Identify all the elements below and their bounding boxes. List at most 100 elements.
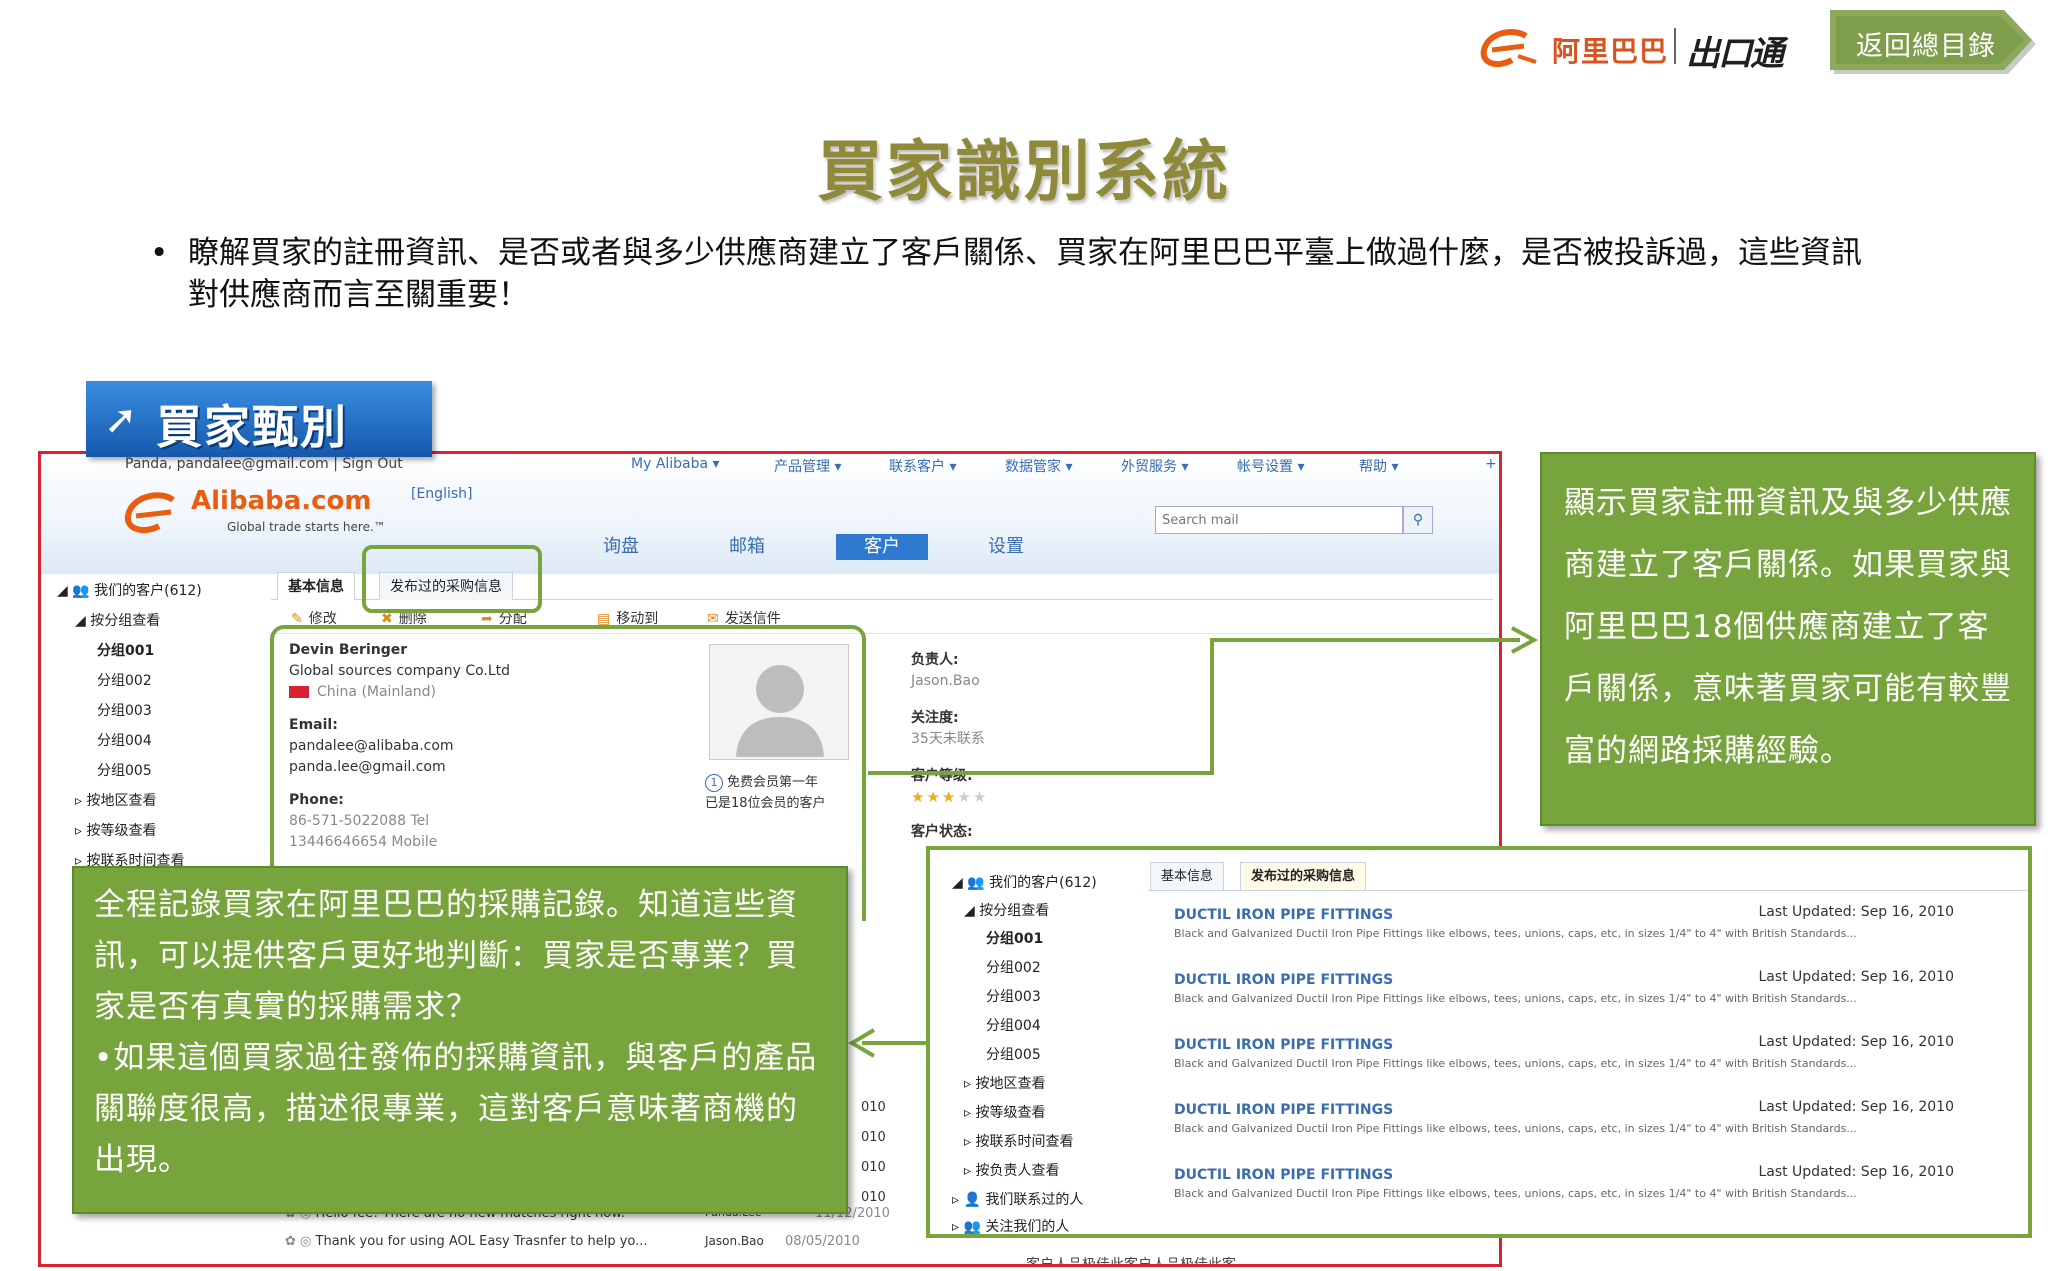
mail-row[interactable]: ✿ ◎ Thank you for using AOL Easy Trasnfe… — [285, 1234, 925, 1249]
nav-products[interactable]: 产品管理 ▾ — [774, 456, 841, 476]
connector-line — [1210, 638, 1214, 775]
section-tag: ➚ 買家甄別 — [86, 381, 432, 457]
inset-group-003[interactable]: 分组003 — [986, 986, 1041, 1006]
inset-sidebar-root[interactable]: ◢ 👥 我们的客户(612) — [952, 872, 1097, 892]
search-button[interactable]: ⚲ — [1403, 506, 1433, 534]
language-switch[interactable]: [English] — [411, 486, 472, 502]
sidebar-group-002[interactable]: 分组002 — [97, 670, 152, 690]
sidebar-by-level[interactable]: ▹ 按等级查看 — [75, 820, 156, 840]
inset-contacted-label: 我们联系过的人 — [985, 1192, 1084, 1208]
callout-left-paragraph-1: 全程記錄買家在阿里巴巴的採購記錄。知道這些資訊，可以提供客戶更好地判斷：買家是否… — [94, 887, 798, 1025]
purchase-title[interactable]: DUCTIL IRON PIPE FITTINGS — [1174, 907, 1393, 923]
inset-group-by[interactable]: ◢ 按分组查看 — [964, 900, 1049, 920]
purchase-title[interactable]: DUCTIL IRON PIPE FITTINGS — [1174, 1167, 1393, 1183]
star-empty-icon: ★ — [957, 788, 973, 806]
star-icon: ★ — [911, 788, 927, 806]
callout-left-paragraph-2: •如果這個買家過往發佈的採購資訊，與客戶的產品關聯度很高，描述很專業，這對客戶意… — [94, 1040, 818, 1178]
sidebar-group-by[interactable]: ◢ 按分组查看 — [75, 610, 160, 630]
inset-tab-purchase-history[interactable]: 发布过的采购信息 — [1240, 862, 1367, 890]
mail-search[interactable] — [1155, 506, 1403, 534]
inset-group-001[interactable]: 分组001 — [986, 928, 1043, 948]
attention-value: 35天未联系 — [911, 731, 985, 747]
sidebar-by-region[interactable]: ▹ 按地区查看 — [75, 790, 156, 810]
connector-line — [868, 771, 1214, 775]
sidebar-group-004[interactable]: 分组004 — [97, 730, 152, 750]
purchase-item[interactable]: DUCTIL IRON PIPE FITTINGS Last Updated: … — [1174, 969, 1954, 1034]
tab-customers[interactable]: 客户 — [836, 534, 928, 560]
mail-date-partial: 010 — [861, 1160, 886, 1175]
sidebar-group-003[interactable]: 分组003 — [97, 700, 152, 720]
highlight-purchase-tab — [362, 545, 542, 613]
search-mail-input[interactable] — [1156, 507, 1356, 533]
back-to-contents-button[interactable]: 返回總目錄 — [1830, 10, 2040, 74]
inset-by-level[interactable]: ▹ 按等级查看 — [964, 1102, 1045, 1122]
arrow-right-icon — [1511, 626, 1539, 654]
purchase-item[interactable]: DUCTIL IRON PIPE FITTINGS Last Updated: … — [1174, 1099, 1954, 1164]
inset-by-contact-time[interactable]: ▹ 按联系时间查看 — [964, 1131, 1073, 1151]
nav-account[interactable]: 帐号设置 ▾ — [1237, 456, 1304, 476]
alibaba-logo: Alibaba.com Global trade starts here.™ — [123, 486, 443, 546]
inset-by-region[interactable]: ▹ 按地区查看 — [964, 1073, 1045, 1093]
purchase-item[interactable]: DUCTIL IRON PIPE FITTINGS Last Updated: … — [1174, 904, 1954, 969]
follower-icon: 👥 — [963, 1219, 981, 1235]
brand-divider — [1674, 28, 1676, 64]
callout-buyer-registration: 顯示買家註冊資訊及與多少供應商建立了客戶關係。如果買家與阿里巴巴18個供應商建立… — [1540, 452, 2036, 826]
inset-group-004[interactable]: 分组004 — [986, 1015, 1041, 1035]
nav-help[interactable]: 帮助 ▾ — [1359, 456, 1398, 476]
inset-contacted[interactable]: ▹ 👤 我们联系过的人 — [952, 1189, 1083, 1209]
purchase-updated: Last Updated: Sep 16, 2010 — [1758, 904, 1954, 920]
inset-by-owner[interactable]: ▹ 按负责人查看 — [964, 1160, 1059, 1180]
sidebar-group-005[interactable]: 分组005 — [97, 760, 152, 780]
by-region-label: 按地区查看 — [86, 793, 157, 809]
purchase-updated: Last Updated: Sep 16, 2010 — [1758, 969, 1954, 985]
tab-settings[interactable]: 设置 — [966, 534, 1046, 560]
tab-mailbox[interactable]: 邮箱 — [707, 534, 787, 560]
alibaba-wordmark: Alibaba.com — [191, 486, 372, 516]
mail-status-icon: ✿ ◎ — [285, 1234, 316, 1249]
star-icon: ★ — [941, 788, 958, 806]
purchase-title[interactable]: DUCTIL IRON PIPE FITTINGS — [1174, 1037, 1393, 1053]
nav-data[interactable]: 数据管家 ▾ — [1005, 456, 1072, 476]
magnifier-icon: ⚲ — [1412, 512, 1424, 528]
purchase-title[interactable]: DUCTIL IRON PIPE FITTINGS — [1174, 972, 1393, 988]
purchase-list: DUCTIL IRON PIPE FITTINGS Last Updated: … — [1174, 904, 1954, 1229]
tab-basic-info[interactable]: 基本信息 — [277, 572, 355, 600]
arrow-up-right-icon: ➚ — [104, 397, 138, 443]
nav-my-alibaba[interactable]: My Alibaba ▾ — [631, 456, 720, 472]
star-empty-icon: ★ — [972, 788, 989, 806]
mail-date-partial: 010 — [861, 1130, 886, 1145]
purchase-title[interactable]: DUCTIL IRON PIPE FITTINGS — [1174, 1102, 1393, 1118]
connector-line — [1210, 638, 1520, 642]
purchase-desc: Black and Galvanized Ductil Iron Pipe Fi… — [1174, 992, 1857, 1005]
callout-purchase-records: 全程記錄買家在阿里巴巴的採購記錄。知道這些資訊，可以提供客戶更好地判斷：買家是否… — [72, 866, 848, 1214]
inset-by-owner-label: 按负责人查看 — [975, 1163, 1060, 1179]
alibaba-export-logo: 阿里巴巴 出口通 — [1478, 22, 1818, 74]
purchase-desc: Black and Galvanized Ductil Iron Pipe Fi… — [1174, 927, 1857, 940]
inset-by-region-label: 按地区查看 — [975, 1076, 1046, 1092]
sidebar-root-label: 我们的客户(612) — [94, 583, 202, 599]
tab-inquiry[interactable]: 询盘 — [581, 534, 661, 560]
user-info[interactable]: Panda, pandalee@gmail.com | Sign Out — [125, 456, 403, 472]
nav-trade-services[interactable]: 外贸服务 ▾ — [1121, 456, 1188, 476]
arrow-left-icon — [848, 1028, 876, 1058]
purchase-item[interactable]: DUCTIL IRON PIPE FITTINGS Last Updated: … — [1174, 1164, 1954, 1229]
inset-group-005[interactable]: 分组005 — [986, 1044, 1041, 1064]
mail-subject: Thank you for using AOL Easy Trasnfer to… — [315, 1234, 648, 1249]
inset-group-002[interactable]: 分组002 — [986, 957, 1041, 977]
customer-meta: 负责人: Jason.Bao 关注度: 35天未联系 客户等级: ★★★★★ 客… — [911, 650, 1151, 843]
status-label: 客户状态: — [911, 824, 973, 840]
inset-group-by-label: 按分组查看 — [979, 903, 1050, 919]
nav-contacts[interactable]: 联系客户 ▾ — [889, 456, 956, 476]
nav-plus[interactable]: + — [1485, 456, 1497, 472]
purchase-item[interactable]: DUCTIL IRON PIPE FITTINGS Last Updated: … — [1174, 1034, 1954, 1099]
attention-label: 关注度: — [911, 710, 959, 726]
inset-root-label: 我们的客户(612) — [989, 875, 1097, 891]
inset-tab-basic-info[interactable]: 基本信息 — [1150, 862, 1225, 890]
mail-date-partial: 010 — [861, 1190, 886, 1205]
inset-followers[interactable]: ▹ 👥 关注我们的人 — [952, 1216, 1069, 1235]
sidebar-group-001[interactable]: 分组001 — [97, 640, 154, 660]
purchase-desc: Black and Galvanized Ductil Iron Pipe Fi… — [1174, 1122, 1857, 1135]
sidebar-root[interactable]: ◢ 👥 我们的客户(612) — [57, 580, 202, 600]
slide-title: 買家識別系統 — [817, 133, 1231, 210]
person-icon: 👤 — [963, 1192, 981, 1208]
